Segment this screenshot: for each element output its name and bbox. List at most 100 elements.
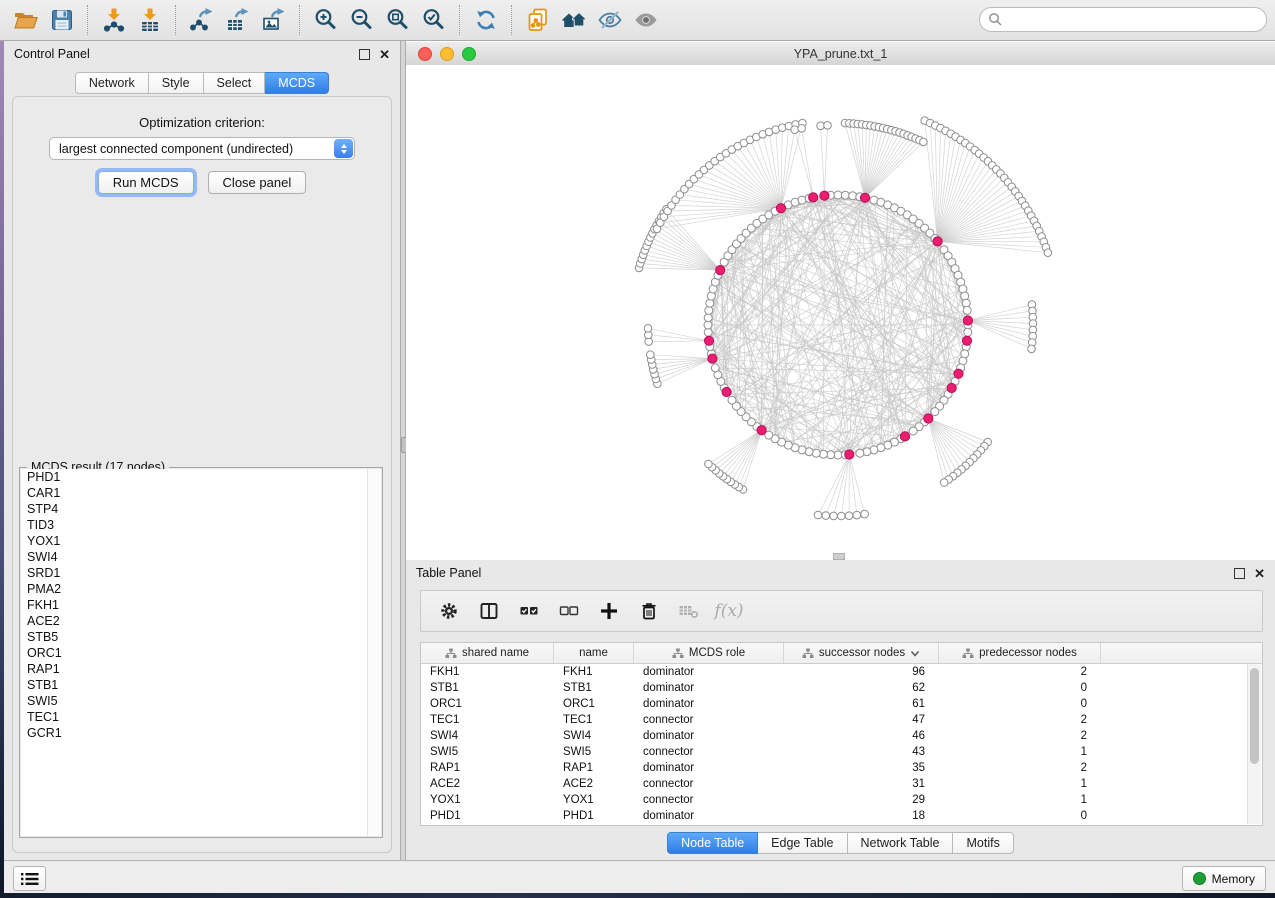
mcds-result-list[interactable]: PHD1CAR1STP4TID3YOX1SWI4SRD1PMA2FKH1ACE2… [21,469,381,836]
task-history-button[interactable] [13,866,46,891]
cell-predecessor[interactable]: 1 [939,744,1101,760]
network-graph-canvas[interactable] [406,65,1275,560]
cell-shared_name[interactable]: RAP1 [421,760,554,776]
export-table-button[interactable] [220,4,256,36]
mcds-result-item[interactable]: CAR1 [21,485,381,501]
optimization-criterion-select[interactable]: largest connected component (undirected) [49,137,355,160]
cell-predecessor[interactable]: 0 [939,808,1101,824]
mcds-result-item[interactable]: RAP1 [21,661,381,677]
mcds-result-item[interactable]: STB5 [21,629,381,645]
run-mcds-button[interactable]: Run MCDS [98,171,194,194]
zoom-selected-button[interactable] [416,4,452,36]
cell-mcds_role[interactable]: dominator [634,696,784,712]
memory-button[interactable]: Memory [1182,866,1266,891]
cell-name[interactable]: RAP1 [554,760,634,776]
tab-style[interactable]: Style [149,72,204,94]
cell-predecessor[interactable]: 2 [939,664,1101,680]
mcds-result-item[interactable]: TID3 [21,517,381,533]
mcds-result-item[interactable]: ACE2 [21,613,381,629]
mcds-result-item[interactable]: PHD1 [21,469,381,485]
column-visibility-button[interactable] [477,599,501,623]
close-panel-icon[interactable]: ✕ [379,48,390,61]
import-network-button[interactable] [96,4,132,36]
function-builder-button[interactable]: f(x) [717,599,741,623]
cell-name[interactable]: SWI4 [554,728,634,744]
hide-selected-button[interactable] [592,4,628,36]
open-file-button[interactable] [8,4,44,36]
cell-shared_name[interactable]: PHD1 [421,808,554,824]
export-network-button[interactable] [184,4,220,36]
mcds-result-item[interactable]: PMA2 [21,581,381,597]
mcds-result-item[interactable]: YOX1 [21,533,381,549]
mcds-result-item[interactable]: SWI5 [21,693,381,709]
cell-mcds_role[interactable]: dominator [634,728,784,744]
show-all-button[interactable] [628,4,664,36]
cell-successor[interactable]: 35 [784,760,939,776]
table-row[interactable]: ORC1ORC1dominator610 [421,696,1262,712]
gear-button[interactable] [437,599,461,623]
cell-successor[interactable]: 96 [784,664,939,680]
cell-shared_name[interactable]: FKH1 [421,664,554,680]
table-row[interactable]: SWI5SWI5connector431 [421,744,1262,760]
cell-mcds_role[interactable]: connector [634,744,784,760]
float-panel-icon[interactable] [1234,568,1245,579]
cell-predecessor[interactable]: 1 [939,792,1101,808]
cell-shared_name[interactable]: ACE2 [421,776,554,792]
column-header-shared_name[interactable]: shared name [421,643,554,663]
cell-shared_name[interactable]: YOX1 [421,792,554,808]
import-table-button[interactable] [132,4,168,36]
network-window-titlebar[interactable]: YPA_prune.txt_1 [406,42,1275,66]
table-row[interactable]: PHD1PHD1dominator180 [421,808,1262,824]
cell-mcds_role[interactable]: dominator [634,760,784,776]
cell-name[interactable]: ORC1 [554,696,634,712]
tab-select[interactable]: Select [204,72,266,94]
cell-successor[interactable]: 62 [784,680,939,696]
save-session-button[interactable] [44,4,80,36]
cell-name[interactable]: STB1 [554,680,634,696]
cell-successor[interactable]: 18 [784,808,939,824]
cell-shared_name[interactable]: SWI5 [421,744,554,760]
cell-successor[interactable]: 46 [784,728,939,744]
cell-name[interactable]: TEC1 [554,712,634,728]
table-row[interactable]: RAP1RAP1dominator352 [421,760,1262,776]
table-row[interactable]: TEC1TEC1connector472 [421,712,1262,728]
cell-mcds_role[interactable]: connector [634,792,784,808]
table-row[interactable]: STB1STB1dominator620 [421,680,1262,696]
search-input[interactable] [979,7,1267,32]
mcds-result-item[interactable]: FKH1 [21,597,381,613]
tab-network[interactable]: Network [75,72,149,94]
cell-successor[interactable]: 43 [784,744,939,760]
tab-mcds[interactable]: MCDS [265,72,329,94]
mcds-result-item[interactable]: STB1 [21,677,381,693]
select-all-button[interactable] [517,599,541,623]
cell-shared_name[interactable]: STB1 [421,680,554,696]
zoom-in-button[interactable] [308,4,344,36]
cell-predecessor[interactable]: 0 [939,696,1101,712]
column-header-predecessor[interactable]: predecessor nodes [939,643,1101,663]
cell-mcds_role[interactable]: dominator [634,808,784,824]
tab-motifs[interactable]: Motifs [953,832,1013,854]
cell-predecessor[interactable]: 2 [939,728,1101,744]
table-scrollbar-thumb[interactable] [1250,668,1259,764]
cell-name[interactable]: FKH1 [554,664,634,680]
column-header-name[interactable]: name [554,643,634,663]
cell-mcds_role[interactable]: connector [634,776,784,792]
add-column-button[interactable] [597,599,621,623]
tab-edge-table[interactable]: Edge Table [758,832,847,854]
column-header-successor[interactable]: successor nodes [784,643,939,663]
mcds-result-item[interactable]: SWI4 [21,549,381,565]
cell-predecessor[interactable]: 2 [939,712,1101,728]
result-list-scrollbar[interactable] [367,469,381,836]
delete-table-button[interactable] [677,599,701,623]
close-panel-icon[interactable]: ✕ [1254,567,1265,580]
cell-predecessor[interactable]: 0 [939,680,1101,696]
table-row[interactable]: ACE2ACE2connector311 [421,776,1262,792]
table-row[interactable]: FKH1FKH1dominator962 [421,664,1262,680]
deselect-all-button[interactable] [557,599,581,623]
tab-node-table[interactable]: Node Table [667,832,758,854]
horizontal-splitter-grip[interactable] [833,553,845,560]
zoom-fit-button[interactable] [380,4,416,36]
column-header-mcds_role[interactable]: MCDS role [634,643,784,663]
cell-successor[interactable]: 47 [784,712,939,728]
delete-button[interactable] [637,599,661,623]
